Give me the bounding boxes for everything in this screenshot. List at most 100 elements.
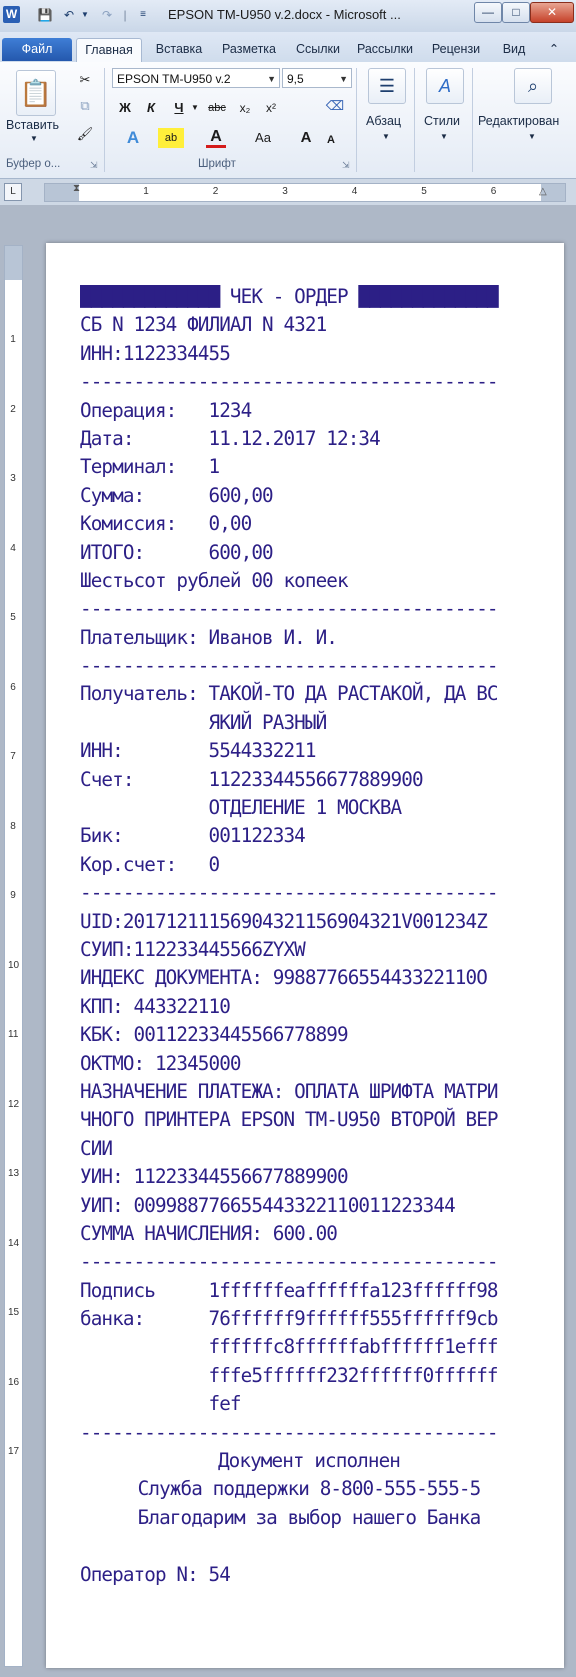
receipt-line: ИНДЕКС ДОКУМЕНТА: 9988776655443322110O bbox=[80, 966, 488, 990]
indent-marker-icon[interactable]: ⧗ bbox=[73, 183, 80, 194]
chevron-down-icon[interactable]: ▼ bbox=[267, 69, 276, 87]
ruler-mark: 6 bbox=[490, 186, 497, 197]
ruler-mark: 8 bbox=[10, 820, 16, 832]
receipt-line: Бик: 001122334 bbox=[80, 824, 306, 848]
change-case-button[interactable]: Aa bbox=[248, 128, 278, 148]
tab-review[interactable]: Рецензи bbox=[422, 38, 490, 61]
clear-formatting-icon[interactable]: ⌫ bbox=[324, 96, 346, 116]
paragraph-icon[interactable]: ☰ bbox=[368, 68, 406, 104]
binoculars-icon[interactable]: ⌕ bbox=[514, 68, 552, 104]
receipt-line: СУИП:112233445566ZYXW bbox=[80, 937, 306, 961]
separator-line: --------------------------------------- bbox=[80, 597, 499, 621]
tab-file[interactable]: Файл bbox=[2, 38, 72, 61]
tab-references[interactable]: Ссылки bbox=[288, 38, 348, 61]
styles-icon[interactable]: A bbox=[426, 68, 464, 104]
right-indent-marker-icon[interactable]: △ bbox=[539, 186, 547, 197]
save-icon[interactable]: 💾 bbox=[36, 6, 54, 24]
receipt-line: Терминал: 1 bbox=[80, 455, 220, 479]
underline-dropdown-icon[interactable]: ▼ bbox=[190, 98, 200, 118]
receipt-line: UID:20171211156904321156904321V001234Z bbox=[80, 909, 488, 933]
copy-icon[interactable]: ⧉ bbox=[76, 96, 94, 116]
receipt-line: ОТДЕЛЕНИЕ 1 МОСКВА bbox=[80, 796, 402, 820]
chevron-down-icon[interactable]: ▼ bbox=[339, 69, 348, 87]
receipt-line: █████████████ ЧЕК - ОРДЕР █████████████ bbox=[80, 285, 499, 308]
highlight-icon[interactable]: ab bbox=[158, 128, 184, 148]
tab-layout[interactable]: Разметка bbox=[216, 38, 282, 61]
ruler-mark: 12 bbox=[8, 1098, 20, 1110]
customize-qat-icon[interactable]: ≡ bbox=[136, 6, 150, 24]
bold-button[interactable]: Ж bbox=[116, 98, 134, 118]
paragraph-dropdown-icon[interactable]: ▼ bbox=[382, 132, 390, 141]
receipt-line: Комиссия: 0,00 bbox=[80, 512, 252, 536]
editing-dropdown-icon[interactable]: ▼ bbox=[528, 132, 536, 141]
tab-selector-icon[interactable]: L bbox=[4, 183, 22, 201]
vertical-ruler[interactable]: 1 2 3 4 5 6 7 8 9 10 11 12 13 14 15 16 17 bbox=[4, 245, 23, 1667]
receipt-line: Получатель: ТАКОЙ-ТО ДА РАСТАКОЙ, ДА ВС bbox=[80, 682, 499, 706]
receipt-line: Плательщик: Иванов И. И. bbox=[80, 625, 338, 649]
styles-dropdown-icon[interactable]: ▼ bbox=[440, 132, 448, 141]
ruler-mark: 10 bbox=[8, 959, 20, 971]
subscript-button[interactable]: x₂ bbox=[234, 98, 256, 118]
close-button[interactable]: ✕ bbox=[530, 2, 574, 23]
ruler-mark: 1 bbox=[143, 186, 149, 197]
clipboard-launcher-icon[interactable]: ⇲ bbox=[90, 160, 98, 171]
tab-view[interactable]: Вид bbox=[496, 38, 532, 61]
footer-support: Служба поддержки 8-800-555-555-5 bbox=[137, 1477, 482, 1501]
underline-button[interactable]: Ч bbox=[170, 98, 188, 118]
paragraph-button-label[interactable]: Абзац bbox=[366, 114, 401, 128]
strikethrough-button[interactable]: abc bbox=[204, 98, 230, 118]
styles-button-label[interactable]: Стили bbox=[424, 114, 460, 128]
text-effects-icon[interactable]: A bbox=[122, 128, 144, 148]
receipt-text[interactable]: █████████████ ЧЕК - ОРДЕР █████████████ С… bbox=[80, 283, 550, 1589]
receipt-line: Операция: 1234 bbox=[80, 398, 252, 422]
minimize-ribbon-icon[interactable]: ⌃ bbox=[544, 38, 564, 61]
minimize-button[interactable]: — bbox=[474, 2, 502, 23]
receipt-line: ИНН: 5544332211 bbox=[80, 739, 316, 763]
receipt-line: Подпись 1ffffffeaffffffa123ffffff98 bbox=[80, 1278, 499, 1302]
font-size-combo[interactable]: 9,5 ▼ bbox=[282, 68, 352, 88]
paste-button-label[interactable]: Вставить bbox=[6, 118, 59, 132]
group-separator bbox=[104, 68, 105, 172]
ruler-mark: 4 bbox=[351, 186, 358, 197]
receipt-line: Шестьсот рублей 00 копеек bbox=[80, 568, 349, 592]
tab-insert[interactable]: Вставка bbox=[146, 38, 212, 61]
receipt-line: СУММА НАЧИСЛЕНИЯ: 600.00 bbox=[80, 1221, 338, 1245]
cut-icon[interactable]: ✂ bbox=[76, 70, 94, 90]
maximize-button[interactable]: □ bbox=[502, 2, 530, 23]
ruler-mark: 15 bbox=[8, 1307, 20, 1318]
shrink-font-button[interactable]: A bbox=[324, 130, 338, 150]
ruler-mark: 1 bbox=[10, 334, 16, 345]
font-launcher-icon[interactable]: ⇲ bbox=[342, 160, 350, 171]
font-size-value: 9,5 bbox=[287, 72, 304, 86]
word-app-icon[interactable]: W bbox=[3, 6, 20, 23]
font-group-label: Шрифт bbox=[198, 158, 236, 170]
ruler-mark: 4 bbox=[10, 542, 16, 554]
paste-dropdown-icon[interactable]: ▼ bbox=[30, 134, 38, 143]
format-painter-icon[interactable]: 🖌 bbox=[76, 124, 94, 144]
receipt-line: ЧНОГО ПРИНТЕРА EPSON TM-U950 ВТОРОЙ ВЕР bbox=[80, 1108, 499, 1132]
receipt-line: Счет: 11223344556677889900 bbox=[80, 767, 424, 791]
receipt-line: КПП: 443322110 bbox=[80, 994, 231, 1018]
grow-font-button[interactable]: A bbox=[298, 128, 314, 148]
redo-icon[interactable]: ↷ bbox=[98, 6, 116, 24]
separator-line: --------------------------------------- bbox=[80, 1250, 499, 1274]
editing-button-label[interactable]: Редактирован bbox=[478, 114, 574, 128]
horizontal-ruler[interactable]: ⧗ △ 1 2 3 4 5 6 bbox=[44, 183, 566, 202]
ruler-top-margin bbox=[5, 246, 22, 280]
paste-icon[interactable]: 📋 bbox=[16, 70, 56, 116]
document-page[interactable]: █████████████ ЧЕК - ОРДЕР █████████████ С… bbox=[46, 243, 564, 1668]
tab-home[interactable]: Главная bbox=[76, 38, 142, 62]
ruler-mark: 3 bbox=[10, 473, 16, 484]
italic-button[interactable]: К bbox=[142, 98, 160, 118]
font-name-combo[interactable]: EPSON TM-U950 v.2 ▼ bbox=[112, 68, 280, 88]
undo-icon[interactable]: ↶ bbox=[60, 6, 78, 24]
ruler-mark: 6 bbox=[10, 681, 16, 693]
ruler-mark: 3 bbox=[282, 186, 288, 197]
font-color-icon[interactable]: A bbox=[206, 128, 226, 148]
ruler-mark: 17 bbox=[8, 1446, 20, 1457]
undo-dropdown-icon[interactable]: ▼ bbox=[80, 6, 90, 24]
receipt-line: КБК: 00112233445566778899 bbox=[80, 1023, 349, 1047]
superscript-button[interactable]: x² bbox=[260, 98, 282, 118]
tab-mailings[interactable]: Рассылки bbox=[352, 38, 418, 61]
